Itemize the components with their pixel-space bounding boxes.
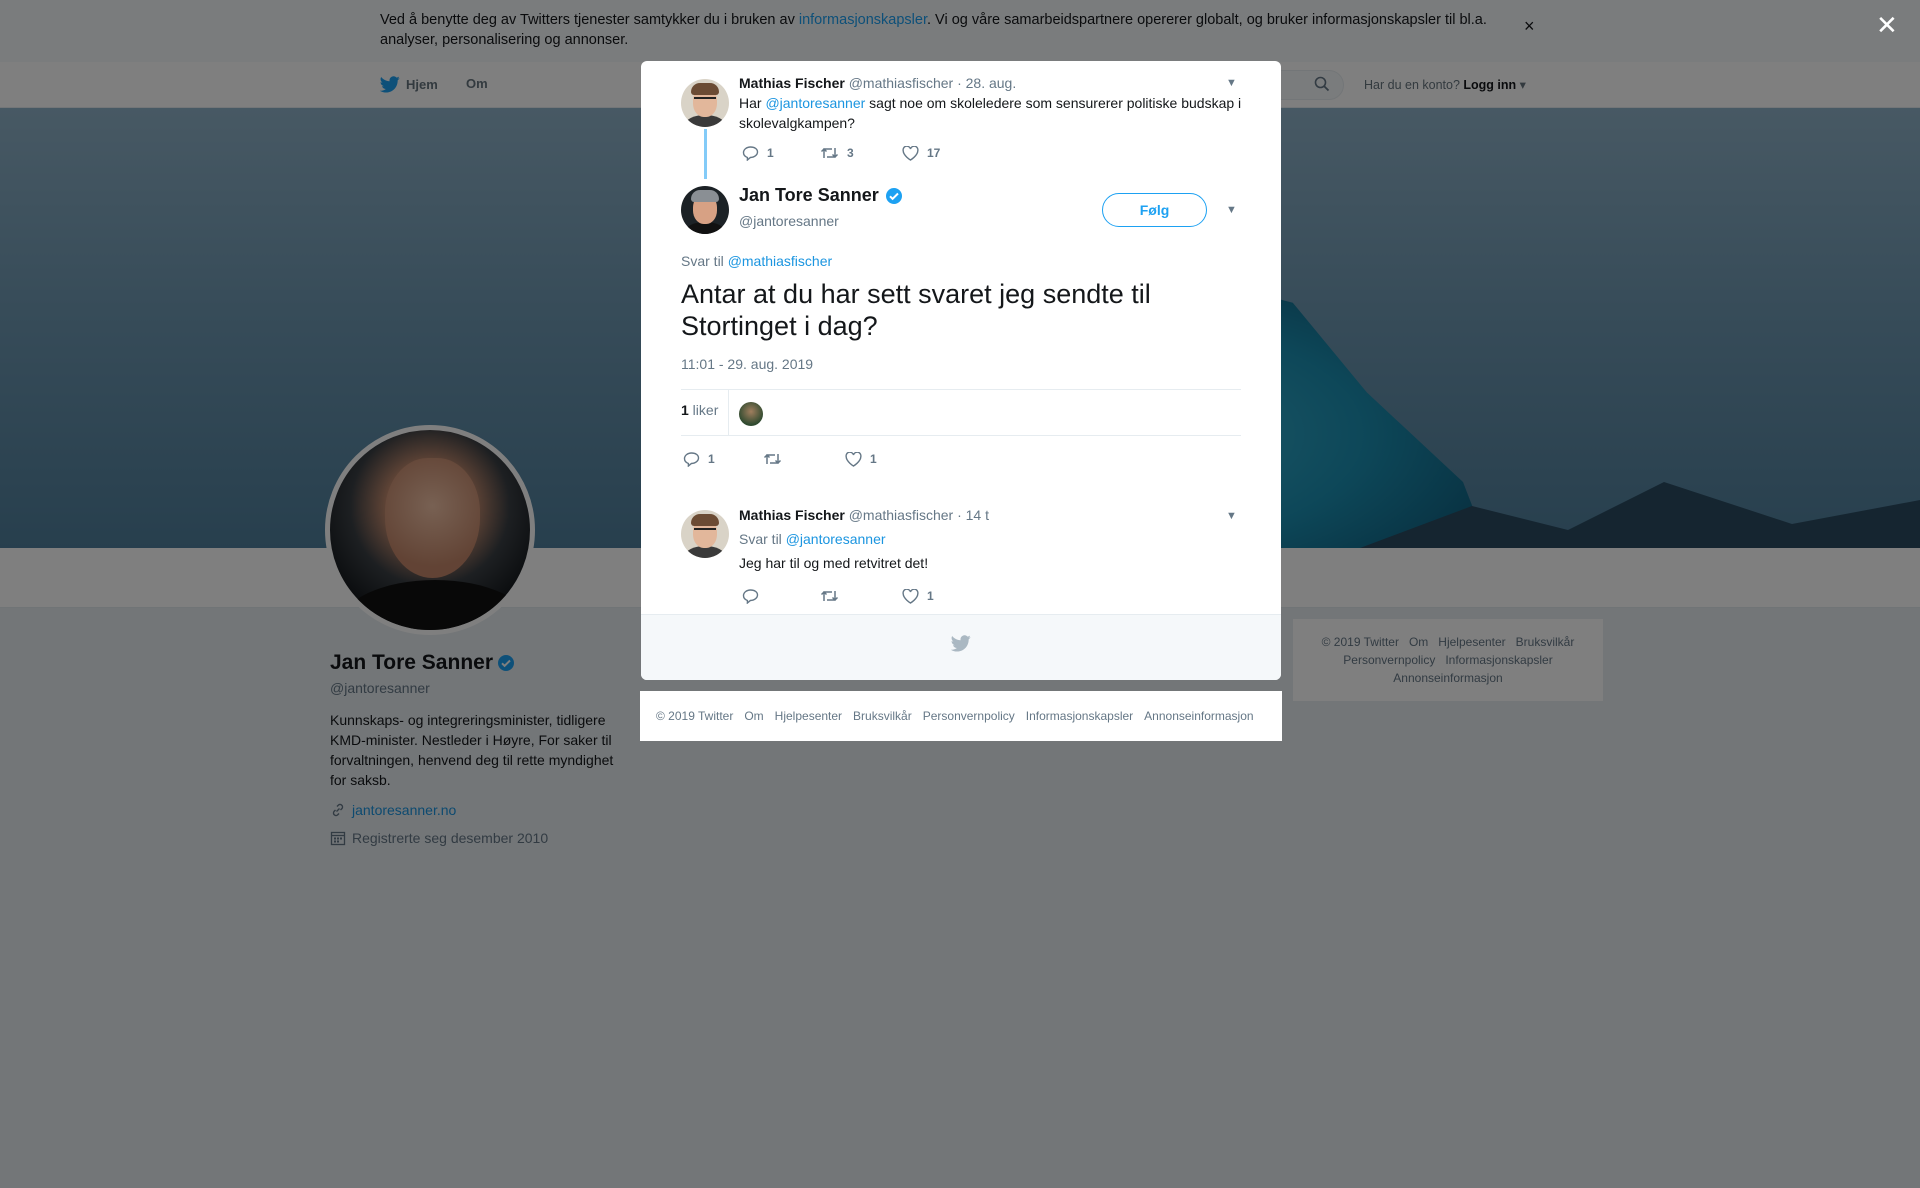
avatar-hair	[691, 190, 719, 202]
page-footer: © 2019 Twitter Om Hjelpesenter Bruksvilk…	[640, 691, 1282, 741]
tweet-header: Mathias Fischer @mathiasfischer · 14 t	[739, 507, 989, 523]
close-icon[interactable]: ✕	[1876, 12, 1898, 38]
avatar[interactable]	[681, 186, 729, 234]
follow-button[interactable]: Følg	[1102, 193, 1207, 227]
stats-divider	[728, 390, 729, 436]
reply-button[interactable]	[742, 588, 820, 604]
reply-to-label: Svar til	[681, 253, 728, 269]
like-button[interactable]: 17	[902, 145, 941, 161]
avatar-hair	[691, 514, 719, 526]
tweet-author-name-text: Jan Tore Sanner	[739, 185, 879, 205]
chevron-down-icon[interactable]: ▼	[1226, 510, 1237, 522]
reply-to-mention[interactable]: @mathiasfischer	[728, 253, 832, 269]
tweet-date[interactable]: · 28. aug.	[957, 75, 1016, 91]
retweet-icon	[820, 590, 839, 602]
likes-stat-count: 1	[681, 402, 689, 418]
tweet-author-handle[interactable]: @mathiasfischer	[849, 75, 953, 91]
avatar-glasses	[694, 97, 716, 103]
heart-icon	[902, 145, 919, 161]
avatar-hair	[691, 83, 719, 95]
tweet-author-name[interactable]: Mathias Fischer	[739, 75, 845, 91]
tweet-author-handle[interactable]: @mathiasfischer	[849, 507, 953, 523]
retweet-button[interactable]: 3	[820, 146, 902, 160]
likes-stat[interactable]: 1 liker	[681, 402, 718, 418]
retweet-icon	[763, 453, 782, 465]
retweet-count: 3	[847, 146, 854, 160]
reply-to: Svar til @jantoresanner	[739, 529, 886, 549]
chevron-down-icon[interactable]: ▼	[1226, 77, 1237, 89]
retweet-button[interactable]	[820, 589, 902, 603]
tweet-date[interactable]: · 14 t	[957, 507, 989, 523]
reply-icon	[742, 589, 759, 604]
tweet-text: Har @jantoresanner sagt noe om skolelede…	[739, 93, 1244, 133]
tweet-timestamp[interactable]: 11:01 - 29. aug. 2019	[681, 356, 813, 372]
footer-cookies[interactable]: Informasjonskapsler	[1026, 709, 1133, 723]
avatar[interactable]	[681, 79, 729, 127]
tweet-header: Mathias Fischer @mathiasfischer · 28. au…	[739, 75, 1016, 91]
tweet-mention[interactable]: @jantoresanner	[765, 95, 865, 111]
tweet-text: Jeg har til og med retvitret det!	[739, 555, 929, 571]
avatar-glasses	[694, 528, 716, 534]
reply-count: 1	[767, 146, 774, 160]
footer-help[interactable]: Hjelpesenter	[775, 709, 842, 723]
tweet-actions: 1 1	[683, 451, 877, 467]
like-count: 17	[927, 146, 941, 160]
tweet-text-before: Har	[739, 95, 766, 111]
like-count: 1	[927, 589, 934, 603]
tweet-text: Antar at du har sett svaret jeg sendte t…	[681, 279, 1151, 341]
reply-icon	[742, 146, 759, 161]
chevron-down-icon[interactable]: ▼	[1226, 204, 1237, 216]
reply-icon	[683, 452, 700, 467]
like-button[interactable]: 1	[902, 588, 934, 604]
avatar[interactable]	[681, 510, 729, 558]
reply-to-mention[interactable]: @jantoresanner	[786, 531, 886, 547]
reply-to-label: Svar til	[739, 531, 786, 547]
heart-icon	[845, 451, 862, 467]
likes-stat-label: liker	[688, 402, 719, 418]
tweet-permalink-modal: Mathias Fischer @mathiasfischer · 28. au…	[641, 61, 1281, 680]
footer-terms[interactable]: Bruksvilkår	[853, 709, 912, 723]
reply-button[interactable]: 1	[742, 145, 820, 161]
footer-privacy[interactable]: Personvernpolicy	[923, 709, 1015, 723]
verified-icon	[885, 187, 902, 204]
tweet-author-name[interactable]: Mathias Fischer	[739, 507, 845, 523]
retweet-button[interactable]	[763, 452, 845, 466]
thread-line	[704, 129, 707, 179]
modal-footer	[641, 614, 1281, 680]
tweet-author-handle[interactable]: @jantoresanner	[739, 213, 839, 229]
twitter-bird-icon	[951, 635, 971, 652]
like-button[interactable]: 1	[845, 451, 877, 467]
heart-icon	[902, 588, 919, 604]
reply-count: 1	[708, 452, 715, 466]
tweet-actions: 1	[742, 588, 934, 604]
footer-ads[interactable]: Annonseinformasjon	[1144, 709, 1253, 723]
tweet-stats: 1 liker	[681, 389, 1241, 436]
tweet-author-name[interactable]: Jan Tore Sanner	[739, 185, 903, 206]
retweet-icon	[820, 147, 839, 159]
footer-about[interactable]: Om	[744, 709, 763, 723]
reply-to: Svar til @mathiasfischer	[681, 253, 832, 269]
like-count: 1	[870, 452, 877, 466]
tweet-actions: 1 3 17	[742, 145, 940, 161]
liker-avatar[interactable]	[739, 402, 763, 426]
reply-button[interactable]: 1	[683, 451, 763, 467]
footer-copyright: © 2019 Twitter	[656, 709, 734, 723]
